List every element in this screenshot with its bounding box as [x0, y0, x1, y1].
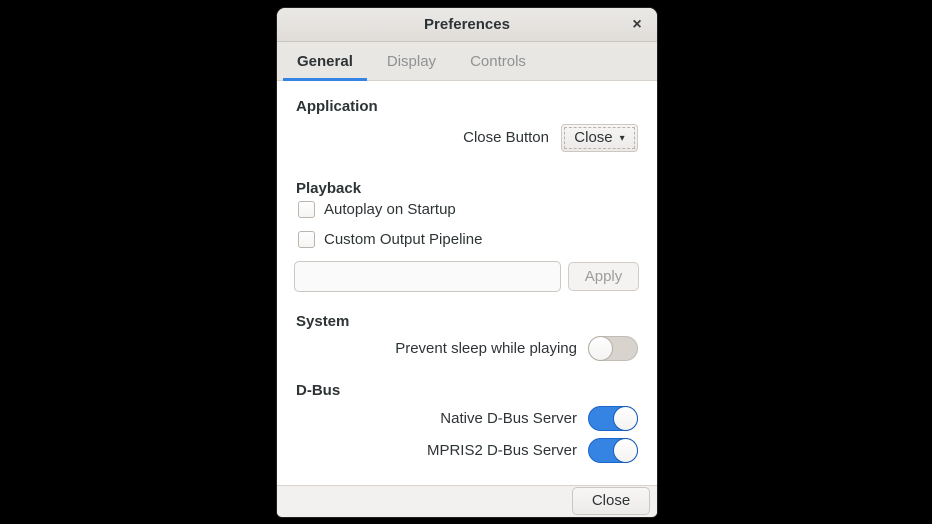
autoplay-label: Autoplay on Startup — [324, 201, 456, 218]
close-dialog-button[interactable]: Close — [572, 487, 650, 515]
tab-general-label: General — [297, 53, 353, 70]
tab-display-label: Display — [387, 53, 436, 70]
pipeline-checkbox-row[interactable]: Custom Output Pipeline — [298, 231, 482, 248]
prevent-sleep-toggle[interactable] — [588, 336, 638, 361]
close-icon[interactable]: × — [625, 13, 649, 37]
general-tab-content: Application Close Button Close ▾ Playbac… — [277, 81, 657, 485]
application-section-heading: Application — [296, 98, 378, 115]
tab-general[interactable]: General — [283, 42, 367, 80]
mpris-dbus-row: MPRIS2 D-Bus Server — [427, 438, 638, 463]
autoplay-checkbox-row[interactable]: Autoplay on Startup — [298, 201, 456, 218]
pipeline-label: Custom Output Pipeline — [324, 231, 482, 248]
mpris-dbus-toggle[interactable] — [588, 438, 638, 463]
apply-button[interactable]: Apply — [568, 262, 639, 291]
native-dbus-row: Native D-Bus Server — [440, 406, 638, 431]
tab-display[interactable]: Display — [373, 42, 450, 80]
prevent-sleep-label: Prevent sleep while playing — [395, 340, 577, 357]
toggle-knob — [613, 438, 638, 463]
native-dbus-label: Native D-Bus Server — [440, 410, 577, 427]
preferences-dialog: Preferences × General Display Controls A… — [277, 8, 657, 517]
close-button-dropdown-value: Close — [574, 129, 612, 146]
tab-controls-label: Controls — [470, 53, 526, 70]
pipeline-checkbox[interactable] — [298, 231, 315, 248]
close-button-row: Close Button Close ▾ — [463, 123, 638, 152]
mpris-dbus-label: MPRIS2 D-Bus Server — [427, 442, 577, 459]
dialog-action-area: Close — [277, 485, 657, 517]
playback-section-heading: Playback — [296, 180, 361, 197]
native-dbus-toggle[interactable] — [588, 406, 638, 431]
pipeline-input[interactable] — [294, 261, 561, 292]
dbus-section-heading: D-Bus — [296, 382, 340, 399]
toggle-knob — [613, 406, 638, 431]
toggle-knob — [588, 336, 613, 361]
autoplay-checkbox[interactable] — [298, 201, 315, 218]
close-button-dropdown[interactable]: Close ▾ — [561, 124, 638, 152]
chevron-down-icon: ▾ — [620, 133, 625, 144]
tab-controls[interactable]: Controls — [456, 42, 540, 80]
titlebar[interactable]: Preferences × — [277, 8, 657, 42]
system-section-heading: System — [296, 313, 349, 330]
close-button-label: Close Button — [463, 129, 549, 146]
window-title: Preferences — [424, 16, 510, 33]
prevent-sleep-row: Prevent sleep while playing — [395, 336, 638, 361]
tab-bar: General Display Controls — [277, 42, 657, 81]
